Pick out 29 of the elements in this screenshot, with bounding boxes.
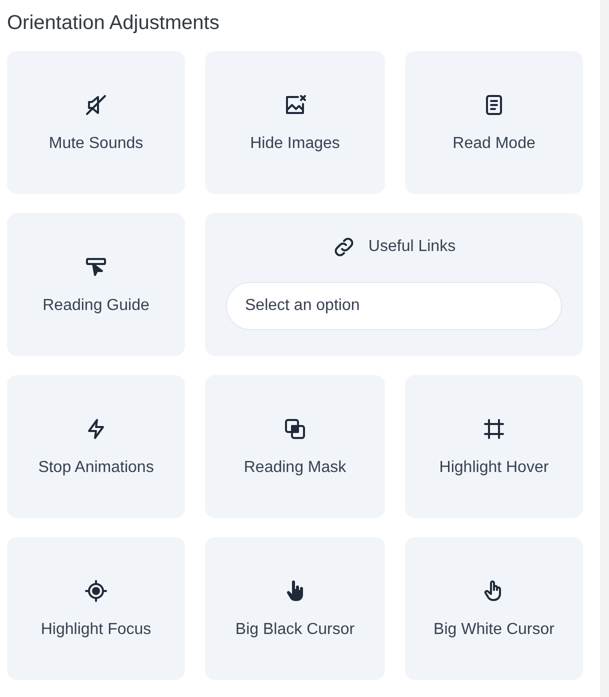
option-card[interactable]: Reading Guide xyxy=(7,213,185,356)
option-label: Big Black Cursor xyxy=(235,620,355,640)
option-label: Read Mode xyxy=(452,134,536,154)
pointer-guide-icon xyxy=(84,255,108,279)
dropdown-label: Useful Links xyxy=(368,237,456,257)
option-card[interactable]: Big Black Cursor xyxy=(205,537,385,680)
image-remove-icon xyxy=(283,93,307,117)
option-card[interactable]: Stop Animations xyxy=(7,375,185,518)
option-card[interactable]: Highlight Focus xyxy=(7,537,185,680)
option-label: Hide Images xyxy=(250,134,340,154)
frame-icon xyxy=(482,417,506,441)
option-card[interactable]: Mute Sounds xyxy=(7,51,185,194)
option-label: Mute Sounds xyxy=(48,134,144,154)
option-label: Highlight Focus xyxy=(40,620,152,640)
option-label: Reading Guide xyxy=(42,296,150,316)
option-label: Highlight Hover xyxy=(439,458,549,478)
muted-speaker-icon xyxy=(84,93,108,117)
option-label: Stop Animations xyxy=(38,458,154,478)
option-card[interactable]: Read Mode xyxy=(405,51,583,194)
option-card[interactable]: Hide Images xyxy=(205,51,385,194)
option-card[interactable]: Big White Cursor xyxy=(405,537,583,680)
crosshair-icon xyxy=(84,579,108,603)
select-field[interactable]: Select an option xyxy=(226,282,562,330)
option-label: Reading Mask xyxy=(244,458,346,478)
section-title: Orientation Adjustments xyxy=(7,11,220,36)
option-label: Big White Cursor xyxy=(434,620,554,640)
option-card[interactable]: Highlight Hover xyxy=(405,375,583,518)
option-card[interactable]: Reading Mask xyxy=(205,375,385,518)
overlapping-squares-icon xyxy=(283,417,307,441)
